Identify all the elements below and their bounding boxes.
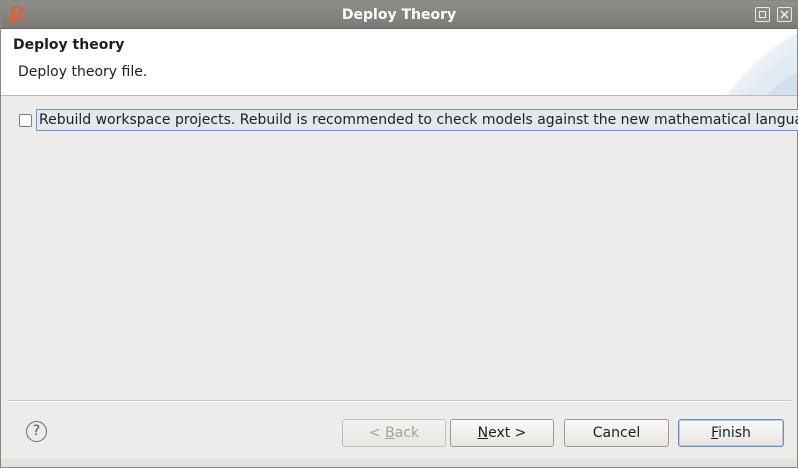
- rebuild-checkbox-label[interactable]: Rebuild workspace projects. Rebuild is r…: [36, 109, 798, 131]
- header-banner-graphic: [727, 34, 797, 95]
- header-divider: [1, 95, 797, 96]
- help-icon: ?: [32, 423, 41, 439]
- cancel-button[interactable]: Cancel: [564, 419, 669, 447]
- footer-divider: [7, 400, 791, 401]
- background-window-edge: [1, 459, 797, 467]
- maximize-button[interactable]: [755, 7, 770, 22]
- wizard-header: Deploy theory Deploy theory file.: [1, 29, 797, 95]
- page-title: Deploy theory: [13, 37, 125, 53]
- next-button[interactable]: Next >: [450, 419, 554, 447]
- help-button[interactable]: ?: [26, 421, 47, 442]
- rebuild-checkbox[interactable]: [19, 114, 32, 127]
- window-title: Deploy Theory: [341, 7, 457, 23]
- close-icon: [780, 10, 789, 19]
- page-description: Deploy theory file.: [18, 64, 148, 80]
- back-mnemonic: B: [385, 425, 395, 441]
- finish-label-rest: inish: [718, 425, 751, 441]
- back-button[interactable]: < Back: [342, 419, 446, 447]
- deploy-theory-dialog: R Deploy Theory Deploy theory Deploy the…: [0, 0, 798, 468]
- title-bar[interactable]: R Deploy Theory: [1, 1, 797, 29]
- maximize-icon: [759, 11, 766, 18]
- finish-button[interactable]: Finish: [678, 419, 784, 447]
- next-label-rest: ext >: [488, 425, 527, 441]
- next-mnemonic: N: [477, 425, 489, 441]
- close-button[interactable]: [777, 7, 792, 22]
- back-label-rest: ack: [394, 425, 420, 441]
- back-prefix: <: [368, 425, 386, 441]
